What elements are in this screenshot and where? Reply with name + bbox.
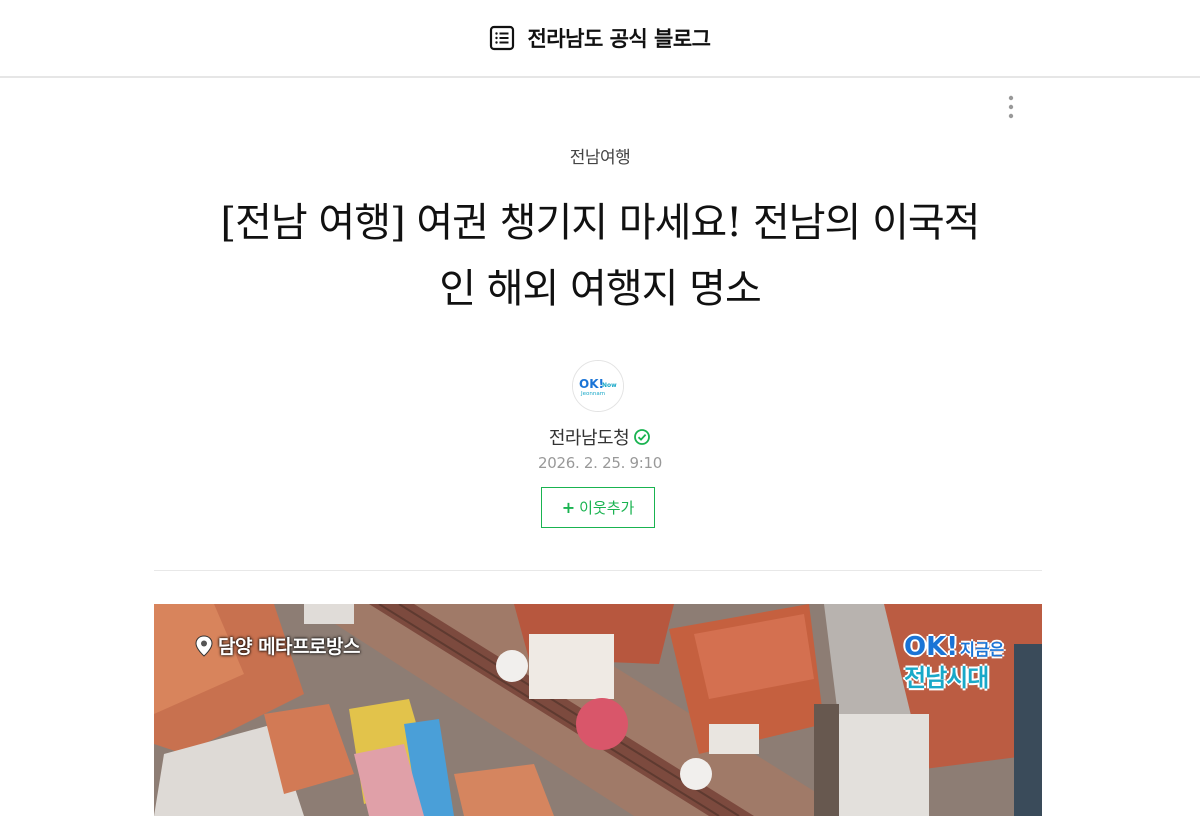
svg-text:OK!: OK! [579,377,604,391]
plus-icon: + [561,498,576,517]
list-icon [489,25,515,51]
verified-check-icon [633,428,651,446]
post-title-line-2: 인 해외 여행지 명소 [439,266,762,312]
logo-sub-text: 지금은 [960,640,1005,659]
blog-title: 전라남도 공식 블로그 [527,27,711,51]
author-name[interactable]: 전라남도청 [549,424,630,450]
blog-home-link[interactable]: 전라남도 공식 블로그 [489,23,711,53]
logo-ok-text: OK! [903,632,959,662]
add-neighbor-label: 이웃추가 [579,499,635,517]
ok-jeonnam-logo: OK! 지금은 전남시대 [903,632,1016,702]
more-vertical-icon [1008,95,1014,123]
svg-text:Now: Now [602,382,617,389]
hero-image[interactable]: 담양 메타프로방스 OK! 지금은 전남시대 [154,604,1042,816]
location-label: 담양 메타프로방스 [218,636,360,658]
map-pin-icon [194,634,214,657]
top-bar: 전라남도 공식 블로그 [0,0,1200,78]
post-title-line-1: [전남 여행] 여권 챙기지 마세요! 전남의 이국적 [220,200,981,246]
more-options-button[interactable] [996,94,1026,124]
content-divider [154,570,1042,571]
post-title: [전남 여행] 여권 챙기지 마세요! 전남의 이국적 인 해외 여행지 명소 [150,190,1050,322]
location-badge: 담양 메타프로방스 [194,632,360,659]
author-avatar[interactable]: OK! Now Jeonnam [572,360,624,412]
post-category-link[interactable]: 전남여행 [0,143,1200,168]
author-row: 전라남도청 [0,424,1200,450]
add-neighbor-button[interactable]: + 이웃추가 [541,487,655,528]
svg-text:Jeonnam: Jeonnam [580,391,605,397]
logo-main-text: 전남시대 [904,664,989,692]
post-date: 2026. 2. 25. 9:10 [538,454,662,472]
